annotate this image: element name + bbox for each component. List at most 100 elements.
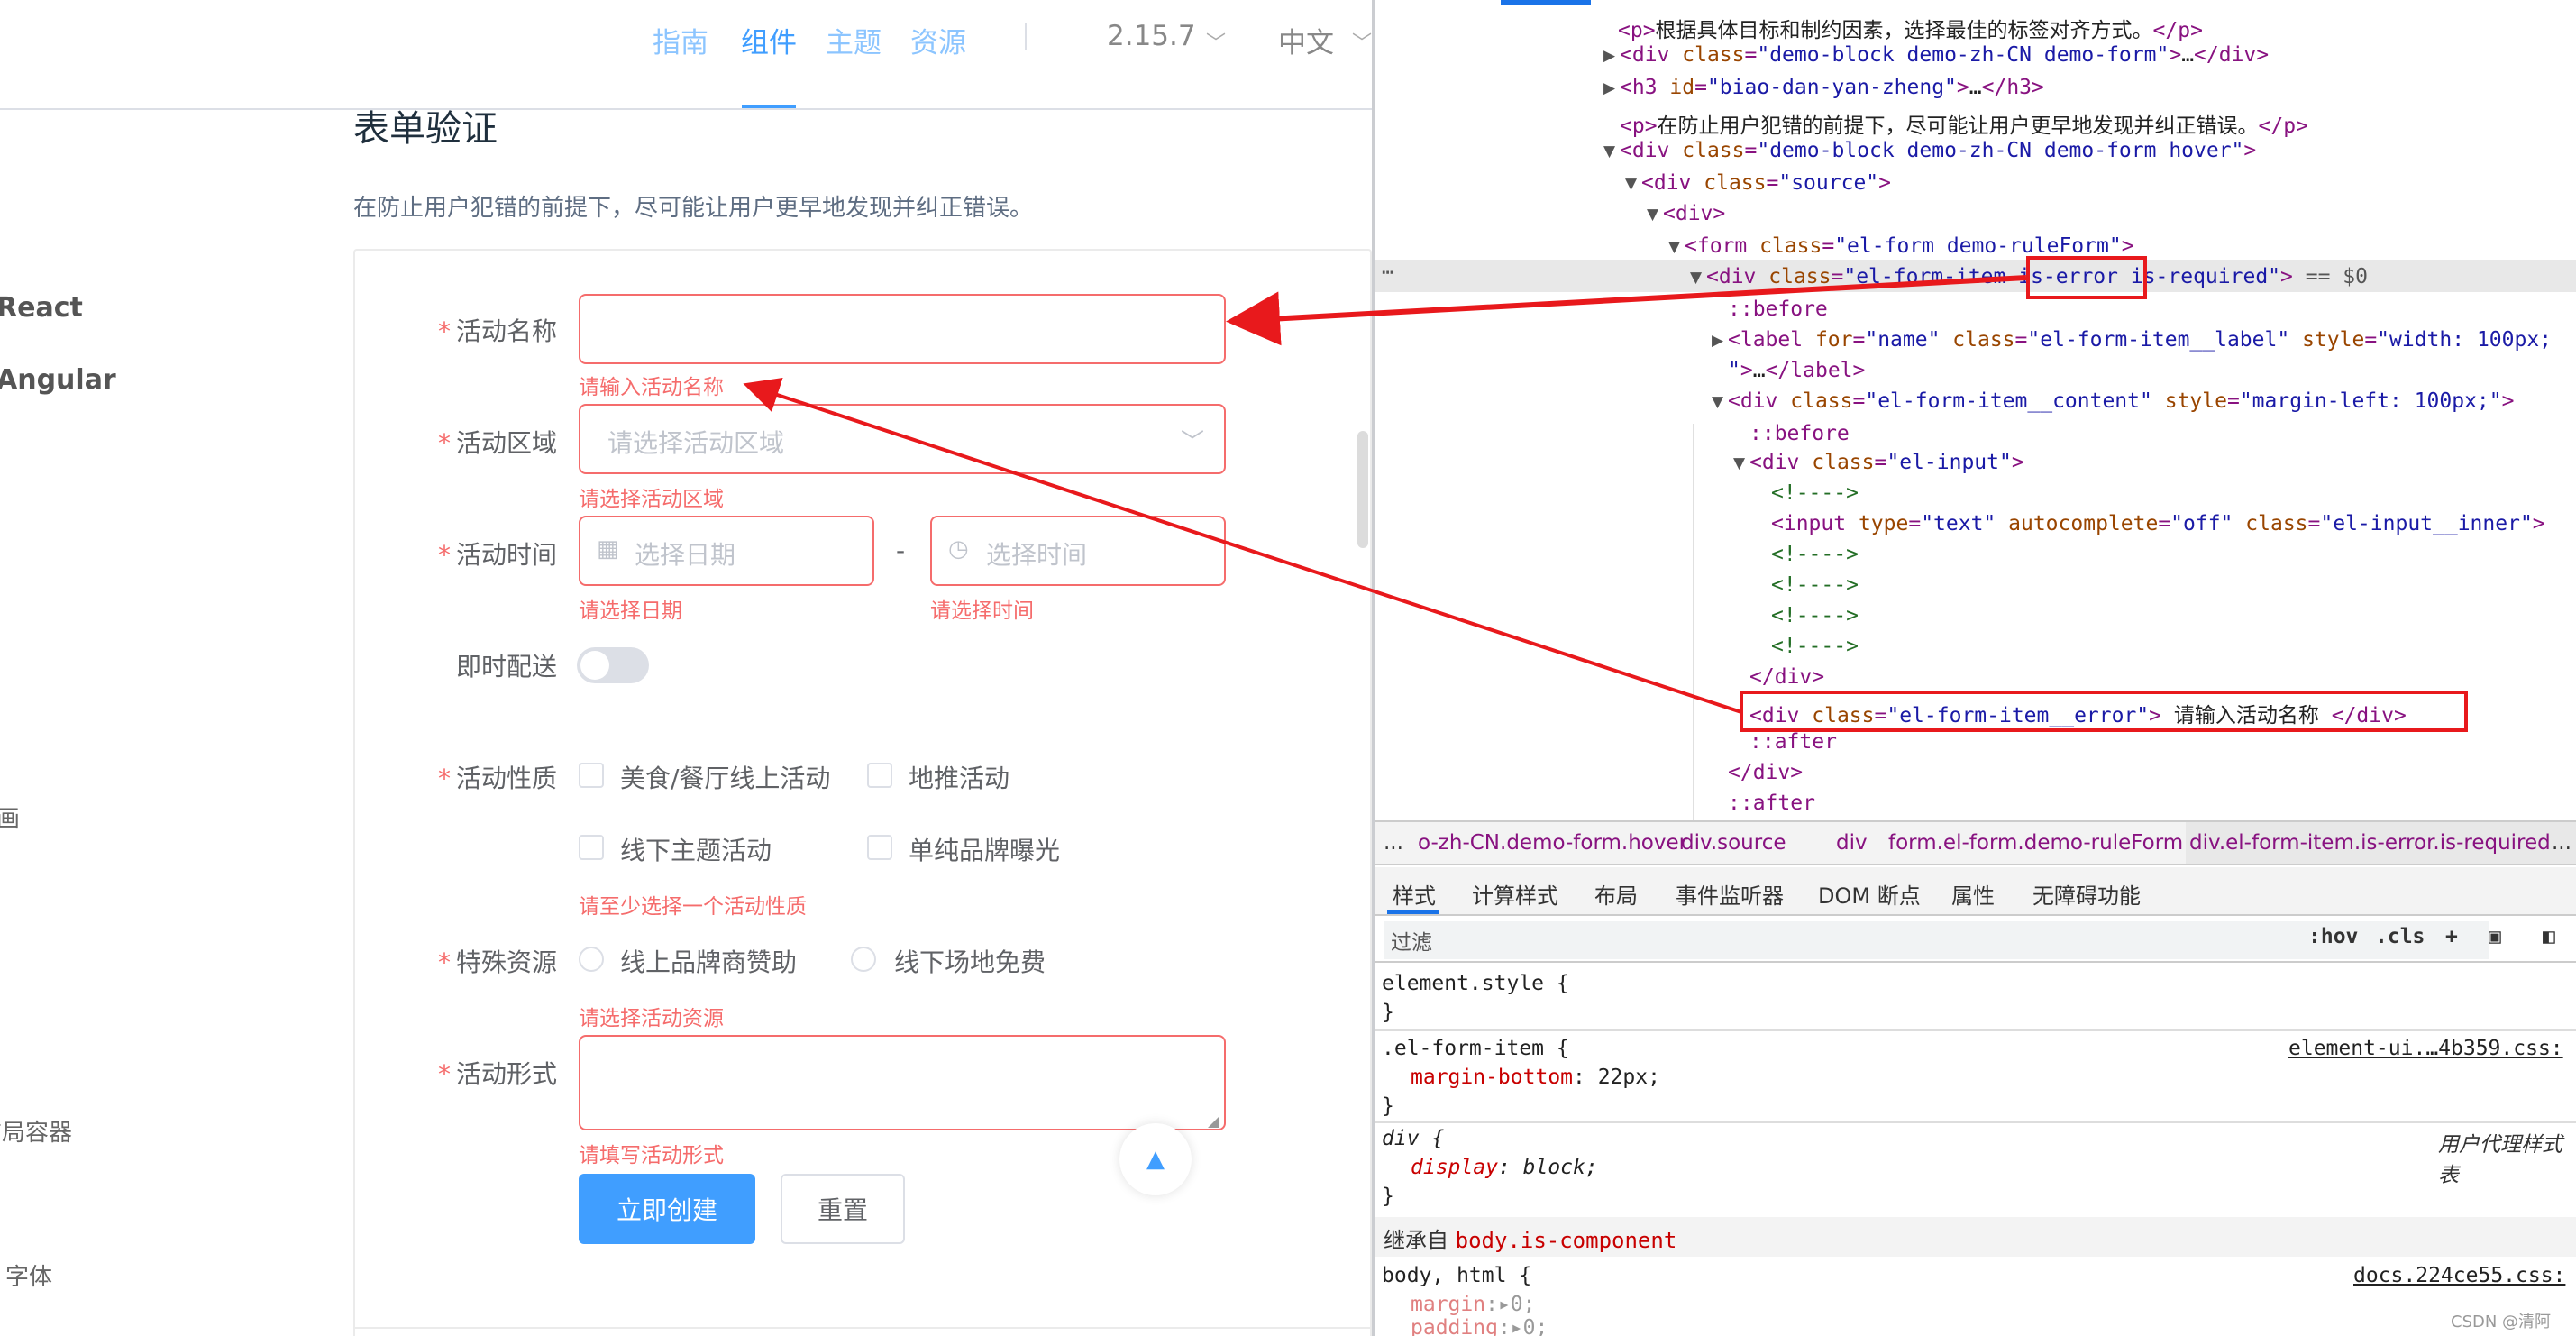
rule3-declaration-2[interactable]: padding:▸0; xyxy=(1411,1316,1548,1336)
expand-icon[interactable]: ▶ xyxy=(1603,79,1615,97)
rule1-selector[interactable]: .el-form-item { xyxy=(1382,1037,1569,1060)
resource-option-2[interactable]: 线下场地免费 xyxy=(894,943,1046,979)
chevron-down-icon[interactable]: ﹀ xyxy=(1181,424,1204,457)
dom-line-20[interactable]: <!----> xyxy=(1771,604,1859,627)
sidebar-item-react[interactable]: React xyxy=(0,292,83,324)
page-scrollbar[interactable] xyxy=(1357,431,1368,548)
nav-guide[interactable]: 指南 xyxy=(653,20,708,60)
hov-button[interactable]: :hov xyxy=(2308,925,2358,948)
rule2-selector[interactable]: div { xyxy=(1382,1127,1444,1150)
breadcrumb-item[interactable]: div.source xyxy=(1681,831,1786,855)
collapse-icon[interactable]: ▼ xyxy=(1668,238,1680,256)
dom-line-12[interactable]: ">…</label> xyxy=(1728,359,1865,382)
collapse-icon[interactable]: ▼ xyxy=(1733,454,1745,472)
dom-line-14[interactable]: ::before xyxy=(1749,422,1850,445)
dom-line-7[interactable]: <div> xyxy=(1663,202,1725,225)
dom-line-16[interactable]: <!----> xyxy=(1771,481,1859,505)
rule3-source-link[interactable]: docs.224ce55.css: xyxy=(2353,1264,2565,1287)
tab-event-listeners[interactable]: 事件监听器 xyxy=(1676,878,1784,910)
dom-line-3[interactable]: <h3 id="biao-dan-yan-zheng">…</h3> xyxy=(1620,76,2044,99)
breadcrumb-item[interactable]: form.el-form.demo-ruleForm xyxy=(1888,831,2183,855)
expand-icon[interactable]: ▶ xyxy=(1603,47,1615,65)
collapse-icon[interactable]: ▼ xyxy=(1625,175,1637,193)
type-checkbox-1[interactable] xyxy=(579,763,604,788)
nav-divider xyxy=(1025,23,1027,50)
sidebar-toggle-icon[interactable]: ◧ xyxy=(2543,925,2555,948)
dom-line-8[interactable]: <form class="el-form demo-ruleForm"> xyxy=(1685,234,2134,258)
type-option-4[interactable]: 单纯品牌曝光 xyxy=(909,831,1060,867)
expand-icon[interactable]: ▶ xyxy=(1712,332,1723,350)
resize-handle-icon[interactable]: ◢ xyxy=(1208,1112,1219,1130)
dom-line-11[interactable]: <label for="name" class="el-form-item__l… xyxy=(1728,328,2552,352)
nav-resource[interactable]: 资源 xyxy=(910,20,966,60)
dom-line-18[interactable]: <!----> xyxy=(1771,543,1859,566)
rule2-source: 用户代理样式表 xyxy=(2438,1133,2562,1187)
dom-line-24[interactable]: ::after xyxy=(1749,730,1837,754)
create-button[interactable]: 立即创建 xyxy=(579,1174,755,1244)
type-option-2[interactable]: 地推活动 xyxy=(909,759,1009,795)
more-icon[interactable]: ⋯ xyxy=(1382,261,1393,284)
sidebar-item-angular[interactable]: Angular xyxy=(0,364,116,396)
sidebar-item-layout[interactable]: 布局容器 xyxy=(0,1114,72,1148)
tab-computed[interactable]: 计算样式 xyxy=(1472,878,1558,910)
dom-line-26[interactable]: ::after xyxy=(1728,792,1815,815)
tab-layout[interactable]: 布局 xyxy=(1594,878,1638,910)
dom-line-19[interactable]: <!----> xyxy=(1771,573,1859,597)
version-select[interactable]: 2.15.7 xyxy=(1107,20,1196,52)
tab-dom-breakpoints[interactable]: DOM 断点 xyxy=(1818,878,1921,910)
new-rule-button[interactable]: + xyxy=(2445,925,2458,948)
dom-line-13[interactable]: <div class="el-form-item__content" style… xyxy=(1728,389,2514,413)
color-palette-icon[interactable]: ▣ xyxy=(2489,925,2501,948)
chevron-down-icon[interactable]: ﹀ xyxy=(1352,27,1372,56)
resource-radio-2[interactable] xyxy=(851,947,876,972)
tab-styles[interactable]: 样式 xyxy=(1393,878,1436,910)
name-input[interactable] xyxy=(579,294,1226,364)
dom-line-22[interactable]: </div> xyxy=(1749,665,1824,689)
type-checkbox-2[interactable] xyxy=(867,763,892,788)
type-checkbox-4[interactable] xyxy=(867,835,892,860)
dom-line-17[interactable]: <input type="text" autocomplete="off" cl… xyxy=(1771,512,2545,535)
collapse-icon[interactable]: ▼ xyxy=(1712,393,1723,411)
collapse-icon[interactable]: ▼ xyxy=(1603,142,1615,160)
collapse-icon[interactable]: ▼ xyxy=(1690,269,1702,287)
resource-radio-1[interactable] xyxy=(579,947,604,972)
dom-line-5[interactable]: <div class="demo-block demo-zh-CN demo-f… xyxy=(1620,139,2256,162)
breadcrumb-scroll-left[interactable]: ... xyxy=(1384,831,1403,855)
resource-option-1[interactable]: 线上品牌商赞助 xyxy=(620,943,797,979)
back-to-top-button[interactable]: ▲ xyxy=(1119,1123,1192,1195)
form-textarea[interactable] xyxy=(579,1035,1226,1130)
rule3-selector[interactable]: body, html { xyxy=(1382,1264,1531,1287)
tab-properties[interactable]: 属性 xyxy=(1951,878,1995,910)
breadcrumb-item-selected[interactable]: div.el-form-item.is-error.is-required xyxy=(2189,831,2551,855)
type-option-3[interactable]: 线下主题活动 xyxy=(620,831,772,867)
type-checkbox-3[interactable] xyxy=(579,835,604,860)
rule1-source-link[interactable]: element-ui.…4b359.css: xyxy=(2288,1037,2563,1060)
dom-line-2[interactable]: <div class="demo-block demo-zh-CN demo-f… xyxy=(1620,43,2269,67)
tab-accessibility[interactable]: 无障碍功能 xyxy=(2032,878,2141,910)
chevron-down-icon[interactable]: ﹀ xyxy=(1206,27,1226,56)
nav-component[interactable]: 组件 xyxy=(741,20,797,60)
dom-line-10[interactable]: ::before xyxy=(1728,297,1828,321)
dom-line-21[interactable]: <!----> xyxy=(1771,635,1859,658)
dom-line-25[interactable]: </div> xyxy=(1728,761,1803,784)
rule3-declaration-1[interactable]: margin:▸0; xyxy=(1411,1293,1535,1316)
rule2-declaration[interactable]: display: block; xyxy=(1411,1156,1598,1179)
breadcrumb-item[interactable]: div xyxy=(1836,831,1868,855)
element-style-selector[interactable]: element.style { xyxy=(1382,972,1569,995)
sidebar-item-typography[interactable]: 字体 xyxy=(5,1258,52,1292)
collapse-icon[interactable]: ▼ xyxy=(1647,206,1658,224)
breadcrumb-scroll-right[interactable]: ... xyxy=(2552,831,2571,855)
dom-line-1[interactable]: <p>根据具体目标和制约因素，选择最佳的标签对齐方式。</p> xyxy=(1618,13,2203,43)
breadcrumb-item[interactable]: o-zh-CN.demo-form.hover xyxy=(1418,831,1687,855)
sidebar-item-animation[interactable]: 画 xyxy=(0,801,20,834)
dom-line-4[interactable]: <p>在防止用户犯错的前提下，尽可能让用户更早地发现并纠正错误。</p> xyxy=(1620,108,2308,139)
dom-line-6[interactable]: <div class="source"> xyxy=(1641,171,1891,195)
rule1-declaration[interactable]: margin-bottom: 22px; xyxy=(1411,1066,1660,1089)
cls-button[interactable]: .cls xyxy=(2375,925,2425,948)
type-option-1[interactable]: 美食/餐厅线上活动 xyxy=(620,759,830,795)
language-select[interactable]: 中文 xyxy=(1278,20,1334,60)
nav-theme[interactable]: 主题 xyxy=(826,20,882,60)
type-error: 请至少选择一个活动性质 xyxy=(579,895,807,919)
reset-button[interactable]: 重置 xyxy=(781,1174,905,1244)
dom-line-15[interactable]: <div class="el-input"> xyxy=(1749,451,2024,474)
